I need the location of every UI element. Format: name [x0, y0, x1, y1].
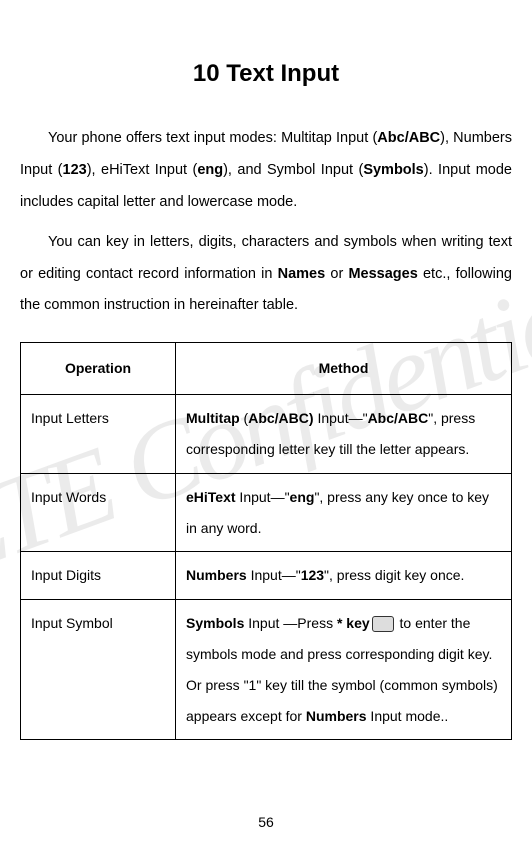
text: Input —Press — [244, 615, 337, 631]
text: Your phone offers text input modes: Mult… — [48, 130, 377, 146]
operation-cell: Input Letters — [21, 395, 176, 474]
operation-cell: Input Symbol — [21, 600, 176, 740]
header-method: Method — [176, 343, 512, 395]
bold-text: 123 — [301, 567, 324, 583]
text: ", press digit key once. — [324, 567, 464, 583]
text: ), eHiText Input ( — [87, 162, 198, 178]
bold-text: eng — [290, 489, 315, 505]
intro-p1-text: Your phone offers text input modes: Mult… — [20, 130, 512, 210]
operation-cell: Input Digits — [21, 552, 176, 600]
text: Input—" — [247, 567, 301, 583]
intro-paragraph-2: You can key in letters, digits, characte… — [20, 227, 512, 323]
bold-text: Messages — [348, 266, 417, 282]
bold-text: Abc/ABC) — [248, 410, 313, 426]
page-content: 10 Text Input Your phone offers text inp… — [20, 60, 512, 740]
operation-cell: Input Words — [21, 473, 176, 552]
table-row: Input SymbolSymbols Input —Press * key t… — [21, 600, 512, 740]
chapter-title: 10 Text Input — [20, 60, 512, 88]
bold-text: Symbols — [186, 615, 244, 631]
bold-text: Symbols — [363, 162, 423, 178]
text: Input—" — [236, 489, 290, 505]
table-row: Input DigitsNumbers Input—"123", press d… — [21, 552, 512, 600]
page-number: 56 — [258, 814, 274, 830]
bold-text: Numbers — [306, 708, 367, 724]
text: Input mode.. — [367, 708, 449, 724]
bold-text: Names — [278, 266, 326, 282]
bold-text: Multitap — [186, 410, 240, 426]
bold-text: * key — [337, 615, 370, 631]
bold-text: Numbers — [186, 567, 247, 583]
table-header-row: Operation Method — [21, 343, 512, 395]
bold-text: eHiText — [186, 489, 236, 505]
input-methods-table: Operation Method Input Letters Multitap (… — [20, 342, 512, 740]
text: ( — [240, 410, 249, 426]
text: ), and Symbol Input ( — [223, 162, 363, 178]
method-cell: eHiText Input—"eng", press any key once … — [176, 473, 512, 552]
bold-text: Abc/ABC — [377, 130, 440, 146]
intro-p2-text: You can key in letters, digits, characte… — [20, 234, 512, 314]
table-row: Input WordseHiText Input—"eng", press an… — [21, 473, 512, 552]
text: or — [325, 266, 348, 282]
table-row: Input Letters Multitap (Abc/ABC) Input—"A… — [21, 395, 512, 474]
header-operation: Operation — [21, 343, 176, 395]
text: Input—" — [314, 410, 368, 426]
method-cell: Symbols Input —Press * key to enter the … — [176, 600, 512, 740]
bold-text: 123 — [63, 162, 87, 178]
method-cell: Numbers Input—"123", press digit key onc… — [176, 552, 512, 600]
bold-text: Abc/ABC — [368, 410, 429, 426]
intro-paragraph-1: Your phone offers text input modes: Mult… — [20, 123, 512, 219]
method-cell: Multitap (Abc/ABC) Input—"Abc/ABC", pres… — [176, 395, 512, 474]
star-key-icon — [372, 616, 394, 632]
bold-text: eng — [197, 162, 223, 178]
table-body: Input LettersMultitap (Abc/ABC) Input—"A… — [21, 395, 512, 740]
